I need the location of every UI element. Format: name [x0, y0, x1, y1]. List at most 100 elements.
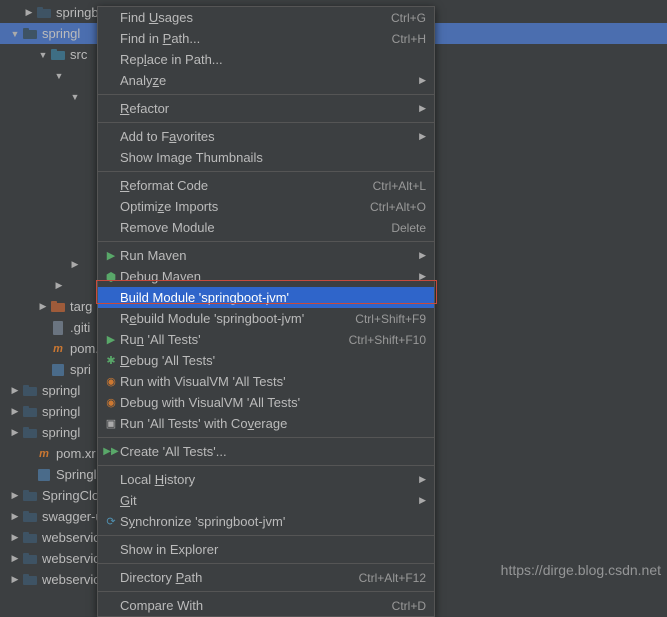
menu-item[interactable]: Analyze▶ — [98, 70, 434, 91]
chevron-right-icon[interactable] — [8, 427, 22, 438]
debug-icon: ⬢ — [102, 270, 120, 284]
menu-item[interactable]: Rebuild Module 'springboot-jvm' Ctrl+Shif… — [98, 308, 434, 329]
folder-icon — [36, 5, 52, 21]
menu-item[interactable]: Optimize ImportsCtrl+Alt+O — [98, 196, 434, 217]
chevron-down-icon[interactable] — [8, 29, 22, 39]
submenu-arrow-icon: ▶ — [419, 131, 426, 142]
chevron-right-icon[interactable] — [8, 511, 22, 522]
tree-label: webservic — [42, 551, 100, 566]
context-menu: Find Usages Ctrl+G Find in Path... Ctrl+H Re… — [97, 6, 435, 617]
menu-label: Rebuild Module 'springboot-jvm' — [120, 311, 335, 326]
tree-label: webservic — [42, 530, 100, 545]
visualvm-icon: ◉ — [102, 375, 120, 388]
tree-label: Springl — [56, 467, 96, 482]
iml-icon — [50, 362, 66, 378]
folder-icon — [22, 488, 38, 504]
folder-icon — [22, 26, 38, 42]
menu-label: Remove Module — [120, 220, 371, 235]
menu-item[interactable]: Remove ModuleDelete — [98, 217, 434, 238]
menu-item[interactable]: ◉Debug with VisualVM 'All Tests' — [98, 392, 434, 413]
chevron-right-icon[interactable] — [22, 7, 36, 18]
tree-label: .giti — [70, 320, 90, 335]
menu-item[interactable]: ▶Run Maven▶ — [98, 245, 434, 266]
watermark: https://dirge.blog.csdn.net — [501, 562, 661, 578]
menu-item[interactable]: ✱Debug 'All Tests' — [98, 350, 434, 371]
menu-item[interactable]: Reformat Code Ctrl+Alt+L — [98, 175, 434, 196]
chevron-right-icon[interactable] — [52, 280, 66, 291]
tree-label: swagger-u — [42, 509, 103, 524]
menu-item[interactable]: ⟳Synchronize 'springboot-jvm' — [98, 511, 434, 532]
menu-item[interactable]: Replace in Path... — [98, 49, 434, 70]
menu-label: Find in Path... — [120, 31, 372, 46]
menu-item[interactable]: Show in Explorer — [98, 539, 434, 560]
menu-shortcut: Ctrl+G — [391, 11, 426, 25]
menu-label: Git — [120, 493, 411, 508]
chevron-down-icon[interactable] — [52, 71, 66, 81]
tree-label: SpringClo — [42, 488, 99, 503]
menu-item[interactable]: Directory PathCtrl+Alt+F12 — [98, 567, 434, 588]
menu-label: Debug 'All Tests' — [120, 353, 426, 368]
tree-label: src — [70, 47, 87, 62]
menu-shortcut: Ctrl+Shift+F10 — [349, 333, 426, 347]
tree-label: pom.xr — [56, 446, 96, 461]
menu-item[interactable]: Find Usages Ctrl+G — [98, 7, 434, 28]
folder-icon — [22, 551, 38, 567]
run-icon: ▶ — [102, 249, 120, 262]
chevron-right-icon[interactable] — [36, 301, 50, 312]
chevron-down-icon[interactable] — [36, 50, 50, 60]
menu-item[interactable]: ▶▶Create 'All Tests'... — [98, 441, 434, 462]
menu-separator — [98, 563, 434, 564]
submenu-arrow-icon: ▶ — [419, 474, 426, 485]
menu-item[interactable]: Compare WithCtrl+D — [98, 595, 434, 616]
tree-label: springl — [42, 425, 80, 440]
menu-item[interactable]: Local History▶ — [98, 469, 434, 490]
tree-label: springb — [56, 5, 99, 20]
menu-label: Run 'All Tests' with Coverage — [120, 416, 426, 431]
run-icon: ▶ — [102, 333, 120, 346]
menu-item[interactable]: Refactor▶ — [98, 98, 434, 119]
menu-item[interactable]: ▶Run 'All Tests' Ctrl+Shift+F10 — [98, 329, 434, 350]
menu-item[interactable]: Git▶ — [98, 490, 434, 511]
submenu-arrow-icon: ▶ — [419, 250, 426, 261]
chevron-right-icon[interactable] — [8, 406, 22, 417]
target-folder-icon — [50, 299, 66, 315]
menu-item[interactable]: Find in Path... Ctrl+H — [98, 28, 434, 49]
menu-item[interactable]: ⬢Debug Maven▶ — [98, 266, 434, 287]
menu-item[interactable]: ◉Run with VisualVM 'All Tests' — [98, 371, 434, 392]
menu-shortcut: Ctrl+H — [392, 32, 426, 46]
menu-label: Add to Favorites — [120, 129, 411, 144]
tree-label: spri — [70, 362, 91, 377]
menu-shortcut: Ctrl+Shift+F9 — [355, 312, 426, 326]
menu-item[interactable]: Add to Favorites ▶ — [98, 126, 434, 147]
menu-shortcut: Ctrl+D — [392, 599, 426, 613]
chevron-right-icon[interactable] — [8, 532, 22, 543]
menu-shortcut: Ctrl+Alt+L — [373, 179, 426, 193]
source-folder-icon — [50, 47, 66, 63]
chevron-right-icon[interactable] — [8, 490, 22, 501]
menu-label: Find Usages — [120, 10, 371, 25]
submenu-arrow-icon: ▶ — [419, 271, 426, 282]
menu-item[interactable]: Show Image Thumbnails — [98, 147, 434, 168]
chevron-down-icon[interactable] — [68, 92, 82, 102]
menu-separator — [98, 122, 434, 123]
bug-icon: ✱ — [102, 354, 120, 367]
menu-item[interactable]: Build Module 'springboot-jvm' — [98, 287, 434, 308]
menu-label: Reformat Code — [120, 178, 353, 193]
chevron-right-icon[interactable] — [8, 574, 22, 585]
create-icon: ▶▶ — [102, 446, 120, 457]
menu-label: Directory Path — [120, 570, 339, 585]
tree-label: springl — [42, 26, 80, 41]
tree-label: springl — [42, 383, 80, 398]
chevron-right-icon[interactable] — [68, 259, 82, 270]
maven-icon: m — [50, 341, 66, 357]
chevron-right-icon[interactable] — [8, 553, 22, 564]
menu-separator — [98, 591, 434, 592]
file-icon — [50, 320, 66, 336]
menu-item[interactable]: ▣Run 'All Tests' with Coverage — [98, 413, 434, 434]
folder-icon — [22, 572, 38, 588]
menu-label: Run 'All Tests' — [120, 332, 329, 347]
coverage-icon: ▣ — [102, 417, 120, 430]
chevron-right-icon[interactable] — [8, 385, 22, 396]
tree-label: springl — [42, 404, 80, 419]
menu-label: Show Image Thumbnails — [120, 150, 426, 165]
